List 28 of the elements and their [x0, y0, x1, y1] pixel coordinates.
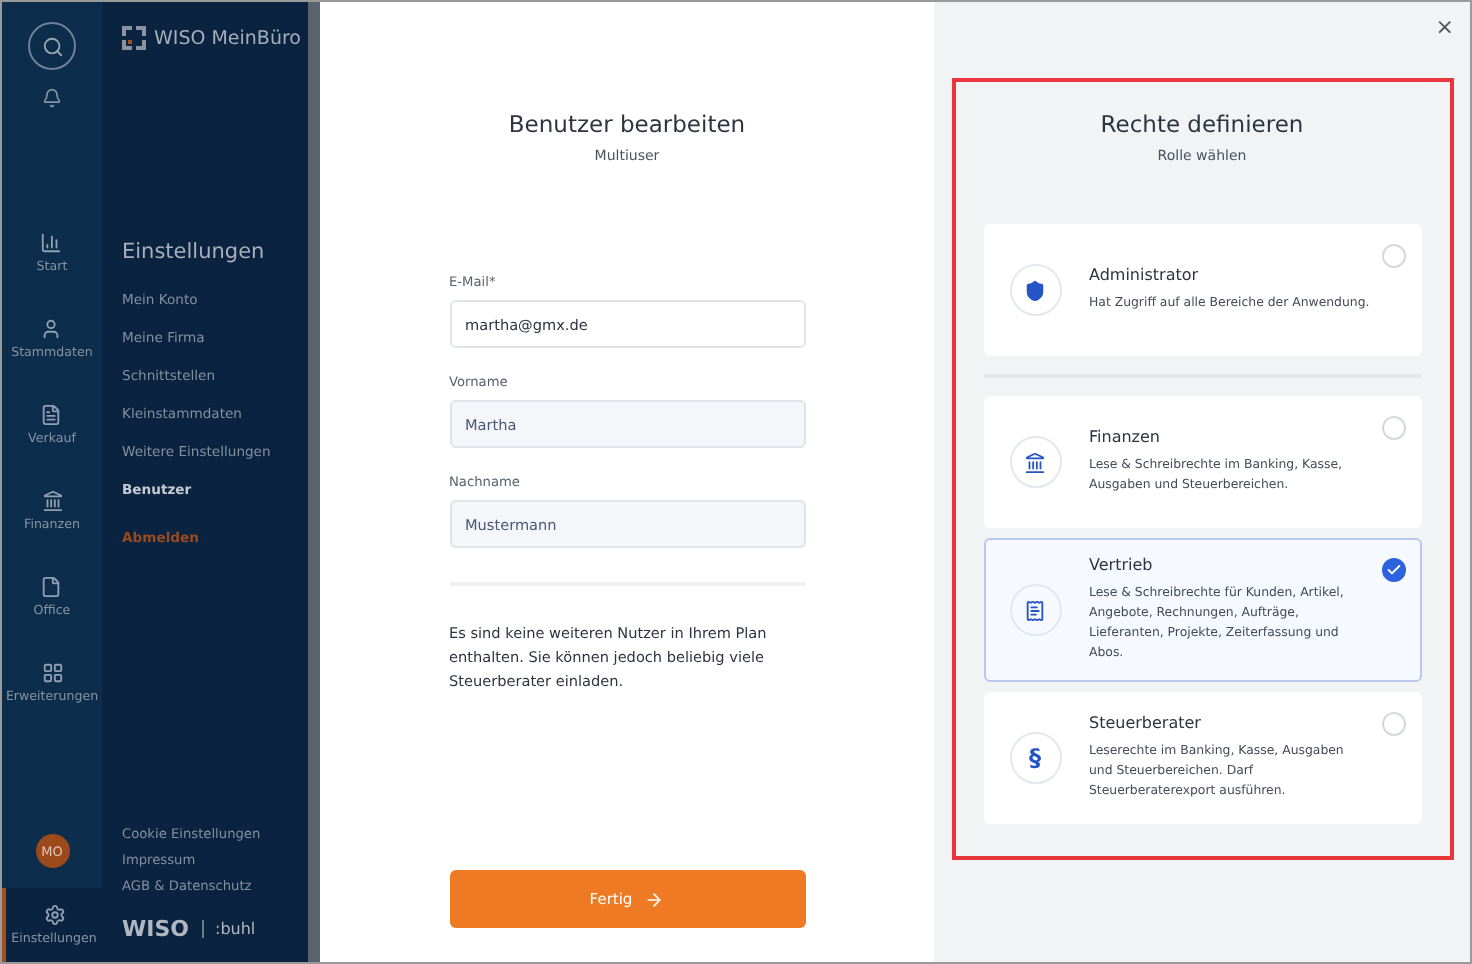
gear-icon: [43, 904, 65, 926]
rail-icon: [40, 318, 63, 340]
bank-icon: [1009, 436, 1061, 488]
paragraph-icon: §: [1009, 732, 1061, 784]
bell-icon[interactable]: [42, 88, 62, 108]
app-logo: WISO MeinBüro: [122, 26, 308, 50]
role-name: Vertrieb: [1089, 556, 1155, 574]
arrow-right-icon: [644, 889, 665, 909]
search-icon: [41, 35, 63, 57]
radio-button[interactable]: [1381, 558, 1405, 582]
rail-icon: [40, 404, 63, 426]
menu-title: Einstellungen: [122, 240, 267, 264]
search-button[interactable]: [28, 22, 76, 70]
rail-icon: [41, 662, 63, 684]
role-name: Steuerberater: [1089, 714, 1203, 732]
role-name: Administrator: [1089, 266, 1201, 284]
rail-icon: [40, 232, 63, 254]
close-button[interactable]: ×: [1435, 14, 1454, 40]
roles-title: Rechte definieren: [1100, 110, 1304, 138]
rail-icon: [41, 490, 63, 512]
rail-icon: [40, 576, 63, 598]
form-title: Benutzer bearbeiten: [508, 110, 746, 138]
shield-icon: [1009, 264, 1061, 316]
receipt-icon: [1009, 584, 1061, 636]
role-name: Finanzen: [1089, 428, 1162, 446]
wiso-logo: WISO: [122, 916, 189, 942]
buhl-logo: :buhl: [201, 920, 256, 938]
check-icon: [1385, 562, 1401, 578]
